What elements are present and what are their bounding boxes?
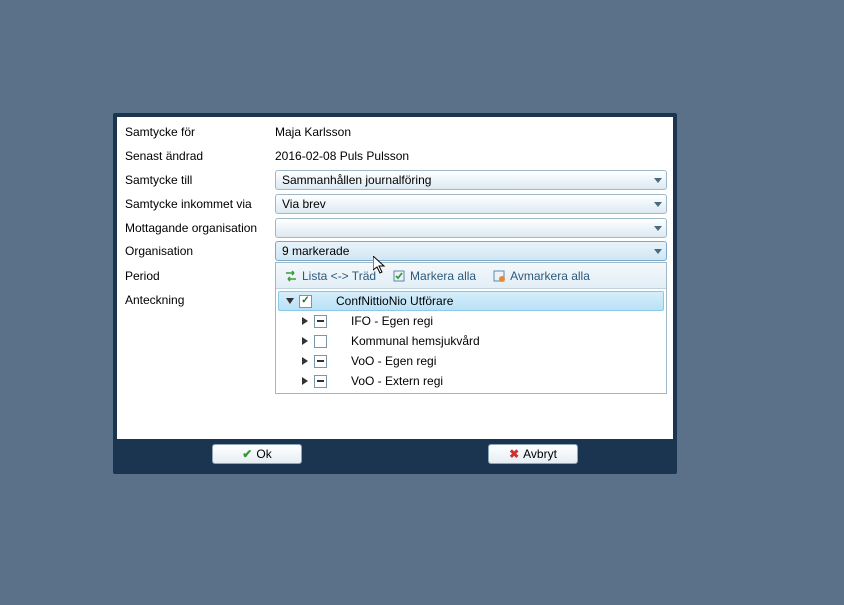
- chevron-down-icon: [654, 249, 662, 254]
- value-senast-andrad: 2016-02-08 Puls Pulsson: [275, 149, 667, 163]
- checkbox-child[interactable]: [314, 335, 327, 348]
- action-avmarkera-alla-label: Avmarkera alla: [510, 269, 590, 283]
- dropdown-toolbar: Lista <-> Träd Markera alla: [276, 263, 666, 289]
- checkbox-child[interactable]: [314, 355, 327, 368]
- select-samtycke-till[interactable]: Sammanhållen journalföring: [275, 170, 667, 190]
- value-samtycke-for: Maja Karlsson: [275, 125, 667, 139]
- select-samtycke-till-value: Sammanhållen journalföring: [282, 173, 431, 187]
- action-lista-trad-label: Lista <-> Träd: [302, 269, 376, 283]
- label-samtycke-inkommet-via: Samtycke inkommet via: [123, 197, 275, 211]
- action-avmarkera-alla[interactable]: Avmarkera alla: [492, 269, 590, 283]
- ok-button[interactable]: ✔ Ok: [212, 444, 302, 464]
- button-bar: ✔ Ok ✖ Avbryt: [117, 439, 673, 470]
- expander-expand-icon[interactable]: [300, 316, 310, 326]
- select-mottagande-org[interactable]: [275, 218, 667, 238]
- dialog-body: Samtycke för Maja Karlsson Senast ändrad…: [117, 117, 673, 439]
- label-samtycke-for: Samtycke för: [123, 125, 275, 139]
- tree-row[interactable]: VoO - Egen regi: [278, 351, 664, 371]
- label-samtycke-till: Samtycke till: [123, 173, 275, 187]
- checkbox-child[interactable]: [314, 375, 327, 388]
- chevron-down-icon: [654, 202, 662, 207]
- select-organisation-value: 9 markerade: [282, 244, 349, 258]
- label-organisation: Organisation: [123, 241, 275, 258]
- checkbox-root[interactable]: [299, 295, 312, 308]
- tree-row[interactable]: Kommunal hemsjukvård: [278, 331, 664, 351]
- cancel-button-label: Avbryt: [523, 447, 557, 461]
- tree-root-row[interactable]: ConfNittioNio Utförare: [278, 291, 664, 311]
- tree-root-label: ConfNittioNio Utförare: [336, 294, 453, 308]
- select-inkommet-via-value: Via brev: [282, 197, 326, 211]
- check-all-icon: [392, 269, 406, 283]
- expander-expand-icon[interactable]: [300, 376, 310, 386]
- select-samtycke-inkommet-via[interactable]: Via brev: [275, 194, 667, 214]
- tree-child-label: Kommunal hemsjukvård: [351, 334, 480, 348]
- action-lista-trad[interactable]: Lista <-> Träd: [284, 269, 376, 283]
- tree-row[interactable]: VoO - Extern regi: [278, 371, 664, 391]
- ok-check-icon: ✔: [242, 447, 252, 461]
- tree-row[interactable]: IFO - Egen regi: [278, 311, 664, 331]
- ok-button-label: Ok: [256, 447, 271, 461]
- organisation-dropdown: Lista <-> Träd Markera alla: [275, 262, 667, 394]
- label-period: Period: [123, 269, 275, 283]
- action-markera-alla[interactable]: Markera alla: [392, 269, 476, 283]
- chevron-down-icon: [654, 178, 662, 183]
- swap-icon: [284, 269, 298, 283]
- expander-expand-icon[interactable]: [300, 356, 310, 366]
- checkbox-child[interactable]: [314, 315, 327, 328]
- label-anteckning: Anteckning: [123, 293, 275, 307]
- cancel-button[interactable]: ✖ Avbryt: [488, 444, 578, 464]
- tree-child-label: IFO - Egen regi: [351, 314, 433, 328]
- consent-dialog: Samtycke för Maja Karlsson Senast ändrad…: [113, 113, 677, 474]
- tree-child-label: VoO - Egen regi: [351, 354, 436, 368]
- tree-child-label: VoO - Extern regi: [351, 374, 443, 388]
- expander-expand-icon[interactable]: [300, 336, 310, 346]
- org-tree: ConfNittioNio Utförare IFO - Egen regi K…: [276, 289, 666, 393]
- label-senast-andrad: Senast ändrad: [123, 149, 275, 163]
- cancel-x-icon: ✖: [509, 447, 519, 461]
- action-markera-alla-label: Markera alla: [410, 269, 476, 283]
- uncheck-all-icon: [492, 269, 506, 283]
- expander-collapse-icon[interactable]: [285, 296, 295, 306]
- select-organisation[interactable]: 9 markerade: [275, 241, 667, 261]
- chevron-down-icon: [654, 226, 662, 231]
- label-mottagande-org: Mottagande organisation: [123, 221, 275, 235]
